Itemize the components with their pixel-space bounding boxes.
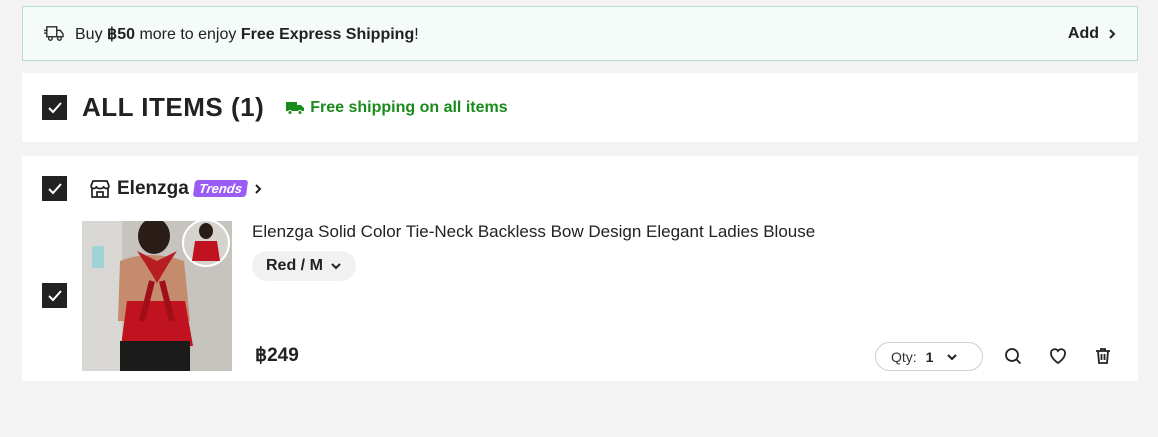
qty-value: 1 [925,348,934,365]
store-checkbox[interactable] [42,176,67,201]
item-checkbox[interactable] [42,283,67,308]
chevron-down-icon [947,353,958,360]
store-card: Elenzga Trends Elenzga Solid Color Tie-N… [22,156,1138,381]
store-name[interactable]: Elenzga [117,178,189,200]
select-all-checkbox[interactable] [42,95,67,120]
chevron-down-icon [331,263,341,270]
chevron-right-icon[interactable] [253,182,263,196]
checkmark-icon [47,289,62,301]
free-shipping-label: Free shipping on all items [286,99,508,117]
chevron-right-icon [1109,28,1116,39]
trash-icon[interactable] [1093,346,1113,366]
checkmark-icon [47,182,62,194]
truck-icon [286,101,305,115]
heart-icon[interactable] [1048,346,1068,366]
store-icon [90,179,110,198]
search-icon[interactable] [1003,346,1023,366]
product-photo [82,221,232,371]
product-image[interactable] [82,221,232,371]
checkmark-icon [47,101,62,113]
variant-selector[interactable]: Red / M [252,251,356,281]
all-items-header: ALL ITEMS (1) Free shipping on all items [22,73,1138,142]
page-title: ALL ITEMS (1) [82,92,265,122]
truck-icon [44,25,64,41]
product-price: ฿249 [255,345,299,366]
qty-label: Qty: [891,348,917,365]
shipping-message: Buy ฿50 more to enjoy Free Express Shipp… [75,25,419,43]
quantity-selector[interactable]: Qty: 1 [875,342,983,371]
store-header: Elenzga Trends [42,176,263,201]
product-title[interactable]: Elenzga Solid Color Tie-Neck Backless Bo… [252,222,815,242]
shipping-banner: Buy ฿50 more to enjoy Free Express Shipp… [22,6,1138,61]
add-button[interactable]: Add [1068,25,1117,43]
trends-badge: Trends [192,180,249,197]
